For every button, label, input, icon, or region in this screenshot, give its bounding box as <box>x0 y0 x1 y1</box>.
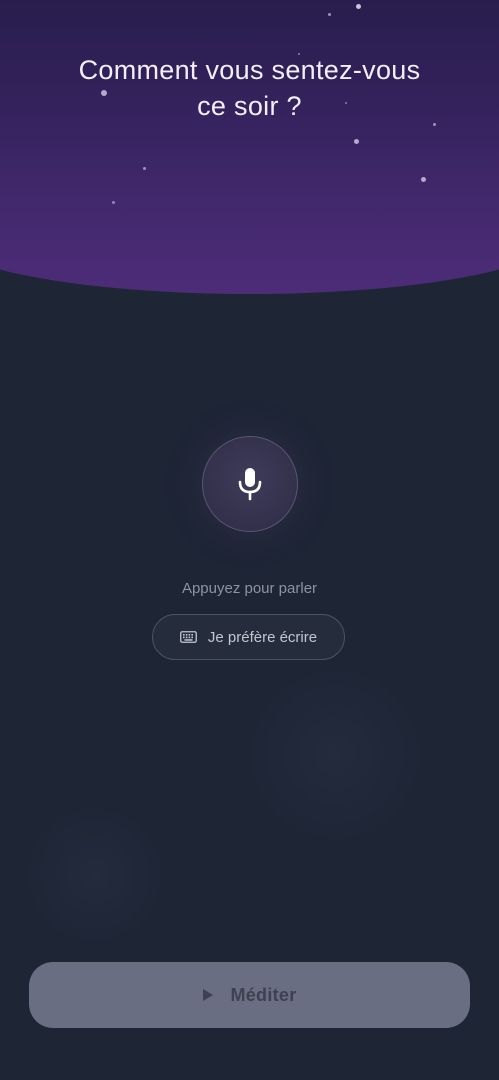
meditate-label: Méditer <box>230 984 297 1005</box>
write-instead-label: Je préfère écrire <box>207 628 318 646</box>
keyboard-icon <box>179 631 197 643</box>
play-icon <box>203 989 214 1001</box>
page-title: Comment vous sentez-vous ce soir ? <box>30 52 469 124</box>
write-instead-button[interactable]: Je préfère écrire <box>152 614 345 660</box>
page-title-line-2: ce soir ? <box>197 91 302 121</box>
tap-to-speak-hint: Appuyez pour parler <box>181 580 318 597</box>
star <box>143 167 146 170</box>
meditate-button[interactable]: Méditer <box>29 962 470 1028</box>
page-title-line-1: Comment vous sentez-vous <box>78 55 421 85</box>
star <box>112 201 115 204</box>
record-voice-button[interactable] <box>202 436 298 532</box>
star <box>356 4 361 9</box>
microphone-icon <box>238 468 262 501</box>
star <box>354 139 359 144</box>
mood-checkin-screen: Comment vous sentez-vous ce soir ? Appuy… <box>0 0 499 1080</box>
night-sky-header <box>0 0 499 294</box>
background-glow <box>20 800 170 950</box>
star <box>421 177 426 182</box>
background-glow <box>240 660 430 850</box>
star <box>328 13 331 16</box>
